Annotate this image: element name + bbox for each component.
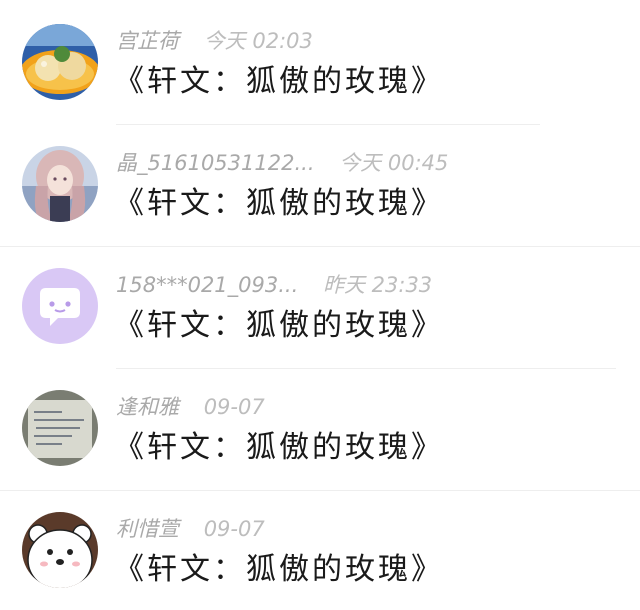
message-time: 今天 02:03 [203,29,313,53]
message-row[interactable]: 宫芷荷 今天 02:03 《轩文：狐傲的玫瑰》 [0,2,640,124]
message-time: 09-07 [203,517,265,541]
sender-name[interactable]: 利惜萱 [116,517,179,541]
sender-name[interactable]: 逢和雅 [116,395,179,419]
message-list: 宫芷荷 今天 02:03 《轩文：狐傲的玫瑰》 晶_51610531122...… [0,0,640,610]
handwriting-paper-avatar-icon[interactable] [22,390,98,466]
message-text[interactable]: 《轩文：狐傲的玫瑰》 [114,428,444,468]
row-divider [116,124,540,125]
message-meta: 晶_51610531122... 今天 00:45 [116,148,448,178]
message-text[interactable]: 《轩文：狐傲的玫瑰》 [114,62,444,102]
message-text[interactable]: 《轩文：狐傲的玫瑰》 [114,306,444,346]
message-time: 昨天 23:33 [322,273,433,297]
food-avatar-icon[interactable] [22,24,98,100]
message-time: 09-07 [203,395,265,419]
message-text[interactable]: 《轩文：狐傲的玫瑰》 [114,550,444,590]
polar-bear-avatar-icon[interactable] [22,512,98,588]
sender-name[interactable]: 宫芷荷 [116,29,179,53]
row-divider [0,246,640,247]
message-row[interactable]: 晶_51610531122... 今天 00:45 《轩文：狐傲的玫瑰》 [0,124,640,246]
sender-name[interactable]: 158***021_093... [116,273,298,297]
sender-name[interactable]: 晶_51610531122... [116,151,315,175]
message-row[interactable]: 逢和雅 09-07 《轩文：狐傲的玫瑰》 [0,368,640,490]
anime-girl-avatar-icon[interactable] [22,146,98,222]
message-row[interactable]: 158***021_093... 昨天 23:33 《轩文：狐傲的玫瑰》 [0,246,640,368]
chat-bubble-avatar-icon[interactable] [22,268,98,344]
row-divider [116,368,616,369]
row-divider [0,490,640,491]
message-meta: 逢和雅 09-07 [116,392,265,422]
message-time: 今天 00:45 [339,151,449,175]
message-meta: 158***021_093... 昨天 23:33 [116,270,432,300]
message-text[interactable]: 《轩文：狐傲的玫瑰》 [114,184,444,224]
message-meta: 利惜萱 09-07 [116,514,265,544]
message-meta: 宫芷荷 今天 02:03 [116,26,313,56]
message-row[interactable]: 利惜萱 09-07 《轩文：狐傲的玫瑰》 [0,490,640,610]
